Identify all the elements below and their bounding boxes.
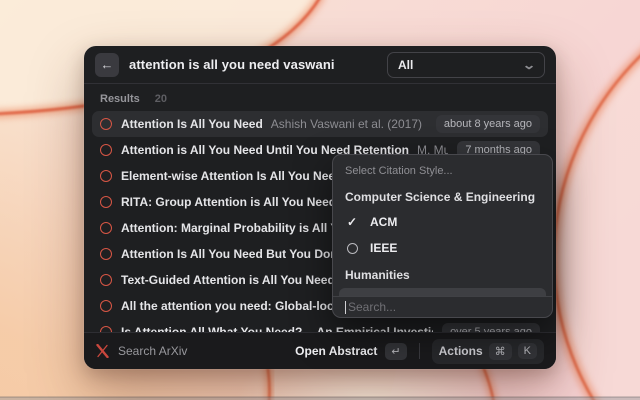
dropdown-search-input[interactable]	[346, 300, 540, 314]
actions-button[interactable]: Actions ⌘ K	[432, 339, 544, 364]
open-abstract-label: Open Abstract	[295, 344, 377, 358]
chevron-down-icon: ⌄	[522, 59, 536, 71]
k-key-icon: K	[518, 343, 537, 359]
section-cs-engineering: Computer Science & Engineering	[333, 183, 552, 209]
section-humanities: Humanities	[333, 261, 552, 287]
action-bar: Search ArXiv Open Abstract ↵ Actions ⌘ K	[84, 332, 556, 369]
arxiv-ring-icon	[100, 222, 112, 234]
search-header: ← attention is all you need vaswani All …	[84, 46, 556, 84]
arxiv-ring-icon	[100, 144, 112, 156]
result-time-badge: about 8 years ago	[436, 115, 540, 133]
partially-visible-option-highlight	[339, 288, 546, 296]
result-title: Element-wise Attention Is All You Need	[121, 169, 342, 183]
category-filter-dropdown[interactable]: All ⌄	[387, 52, 545, 78]
return-key-icon: ↵	[385, 343, 406, 360]
arxiv-ring-icon	[100, 248, 112, 260]
open-abstract-button[interactable]: Open Abstract ↵	[295, 343, 406, 360]
citation-style-list: Select Citation Style... Computer Scienc…	[333, 155, 552, 296]
arxiv-logo-icon	[96, 344, 109, 358]
category-filter-value: All	[398, 58, 413, 72]
citation-style-dropdown: Select Citation Style... Computer Scienc…	[332, 154, 553, 318]
back-button[interactable]: ←	[95, 53, 119, 77]
results-count: 20	[155, 93, 167, 105]
citation-option-ieee[interactable]: IEEE	[333, 235, 552, 261]
check-icon: ✓	[346, 215, 358, 229]
citation-option-acm[interactable]: ✓ ACM	[333, 209, 552, 235]
results-section-header: Results 20	[84, 84, 556, 111]
cmd-key-icon: ⌘	[489, 343, 512, 360]
footer-divider	[419, 343, 420, 359]
actions-label: Actions	[439, 344, 483, 358]
arxiv-ring-icon	[100, 300, 112, 312]
search-query-input[interactable]: attention is all you need vaswani	[129, 57, 335, 72]
arxiv-ring-icon	[100, 274, 112, 286]
extension-label: Search ArXiv	[118, 344, 187, 358]
radio-circle-icon	[347, 243, 358, 254]
dropdown-title: Select Citation Style...	[333, 161, 552, 183]
result-authors: Ashish Vaswani et al. (2017)	[271, 117, 422, 131]
desktop: ← attention is all you need vaswani All …	[0, 0, 640, 400]
citation-option-label: IEEE	[370, 241, 397, 255]
results-label: Results	[100, 93, 140, 105]
back-arrow-icon: ←	[101, 57, 114, 72]
arxiv-ring-icon	[100, 196, 112, 208]
citation-option-label: ACM	[370, 215, 397, 229]
dropdown-search-row	[333, 296, 552, 317]
result-title: Attention Is All You Need	[121, 117, 263, 131]
result-row[interactable]: Attention Is All You Need Ashish Vaswani…	[92, 111, 548, 137]
arxiv-ring-icon	[100, 118, 112, 130]
arxiv-ring-icon	[100, 170, 112, 182]
